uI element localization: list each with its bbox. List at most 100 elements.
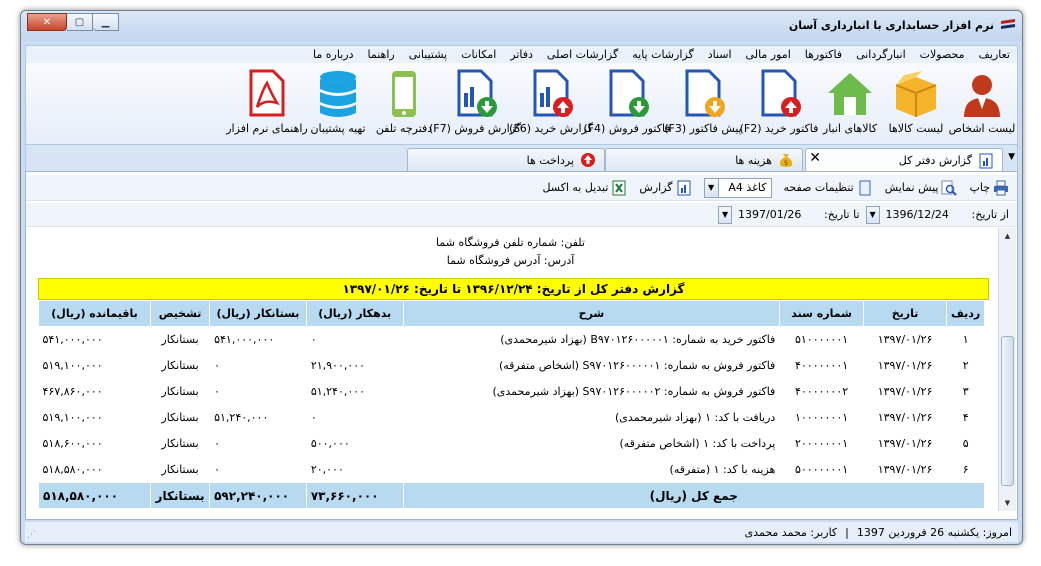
menu-invoices[interactable]: فاکتورها <box>798 46 849 63</box>
document-tabs: ▼ گزارش دفتر کل ✕ $ هزینه ها پرداخت ها <box>25 145 1018 172</box>
menu-features[interactable]: امکانات <box>454 46 503 63</box>
backup-button[interactable]: تهیه پشتیبان <box>305 63 371 141</box>
export-excel-button[interactable]: تبدیل به اکسل <box>542 180 627 196</box>
database-icon <box>320 71 356 117</box>
ledger-table: ردیف تاریخ شماره سند شرح بدهکار (ریال) ب… <box>37 300 986 509</box>
status-bar: امروز: یکشنبه 26 فروردین 1397 | کاربر: م… <box>25 522 1018 542</box>
menu-definitions[interactable]: تعاریف <box>972 46 1017 63</box>
purchase-invoice-button[interactable]: فاکتور خرید (F2) <box>740 63 818 141</box>
proforma-invoice-icon <box>685 69 725 117</box>
sales-invoice-button[interactable]: فاکتور فروش (F4) <box>583 63 671 141</box>
menu-support[interactable]: پشتیبانی <box>402 46 454 63</box>
table-row[interactable]: ۵ ۱۳۹۷/۰۱/۲۶ ۲۰۰۰۰۰۰۰۱ پرداخت با کد: ۱ (… <box>38 430 985 457</box>
purchase-report-icon <box>533 69 573 117</box>
chevron-down-icon: ▼ <box>704 178 719 197</box>
total-status: بستانکار <box>150 482 211 509</box>
col-status[interactable]: تشخیص <box>150 300 211 327</box>
ribbon-toolbar: لیست اشخاص لیست کالاها کالاهای انبار فاک… <box>25 63 1018 145</box>
status-user: کاربر: محمد محمدی <box>744 525 838 539</box>
col-description[interactable]: شرح <box>402 300 781 327</box>
minimize-button[interactable]: ▁ <box>93 13 119 31</box>
vertical-scrollbar[interactable]: ▲ ▼ <box>998 228 1016 511</box>
col-date[interactable]: تاریخ <box>862 300 948 327</box>
resize-grip-icon[interactable]: ⋰ <box>27 530 36 540</box>
purchase-invoice-icon <box>761 69 801 117</box>
page-settings-button[interactable]: تنظیمات صفحه <box>784 180 873 196</box>
to-date-field[interactable]: 1397/01/26 ▼ <box>718 205 824 225</box>
title-bar[interactable]: نرم افزار حسابداری با انبارداری آسان ✕ ▢… <box>21 11 1022 41</box>
chart-report-icon <box>676 180 692 196</box>
close-tab-icon[interactable]: ✕ <box>809 150 821 166</box>
report-title: گزارش دفتر کل از تاریخ: ۱۳۹۶/۱۲/۲۴ تا تا… <box>38 278 989 300</box>
purchase-report-button[interactable]: گزارش خرید (F6) <box>509 63 593 141</box>
menu-stocktaking[interactable]: انبارگردانی <box>849 46 913 63</box>
close-button[interactable]: ✕ <box>27 13 67 31</box>
col-doc-number[interactable]: شماره سند <box>779 300 864 327</box>
scroll-thumb[interactable] <box>1001 336 1014 486</box>
report-button[interactable]: گزارش <box>639 180 691 196</box>
from-date-label: از تاریخ: <box>971 208 1009 221</box>
store-phone: تلفن: شماره تلفن فروشگاه شما <box>436 236 585 249</box>
col-balance[interactable]: باقیمانده (ریال) <box>37 300 152 327</box>
status-today: امروز: یکشنبه 26 فروردین 1397 <box>856 525 1012 539</box>
proforma-invoice-button[interactable]: پیش فاکتور (F3) <box>664 63 742 141</box>
menu-basic-reports[interactable]: گزارشات پایه <box>625 46 700 63</box>
to-date-dropdown-icon[interactable]: ▼ <box>718 205 733 224</box>
svg-text:$: $ <box>784 159 788 167</box>
paper-size-select[interactable]: کاغذ A4 ▼ <box>703 177 772 198</box>
scroll-up-icon[interactable]: ▲ <box>999 228 1016 244</box>
col-credit[interactable]: بستانکار (ریال) <box>209 300 307 327</box>
phone-icon <box>392 71 416 117</box>
table-header: ردیف تاریخ شماره سند شرح بدهکار (ریال) ب… <box>37 300 985 327</box>
report-preview: تلفن: شماره تلفن فروشگاه شما آدرس: آدرس … <box>26 228 995 511</box>
col-row[interactable]: ردیف <box>946 300 985 327</box>
warehouse-items-button[interactable]: کالاهای انبار <box>817 63 883 141</box>
from-date-dropdown-icon[interactable]: ▼ <box>865 205 880 224</box>
menu-about[interactable]: درباره ما <box>306 46 360 63</box>
date-filter-bar: از تاریخ: 1396/12/24 ▼ تا تاریخ: 1397/01… <box>26 203 1017 227</box>
table-row[interactable]: ۱ ۱۳۹۷/۰۱/۲۶ ۵۱۰۰۰۰۰۰۱ فاکتور خرید به شم… <box>38 326 985 353</box>
products-list-button[interactable]: لیست کالاها <box>883 63 949 141</box>
menu-help[interactable]: راهنما <box>361 46 402 63</box>
table-row[interactable]: ۴ ۱۳۹۷/۰۱/۲۶ ۱۰۰۰۰۰۰۰۱ دریافت با کد: ۱ (… <box>38 404 985 431</box>
menu-finance[interactable]: امور مالی <box>739 46 798 63</box>
table-row[interactable]: ۲ ۱۳۹۷/۰۱/۲۶ ۴۰۰۰۰۰۰۰۱ فاکتور فروش به شم… <box>38 352 985 379</box>
excel-icon <box>611 180 627 196</box>
person-icon <box>964 75 1000 117</box>
tab-ledger-report[interactable]: گزارش دفتر کل <box>805 148 1003 172</box>
people-list-button[interactable]: لیست اشخاص <box>949 63 1015 141</box>
sales-report-button[interactable]: گزارش فروش (F7) <box>429 63 521 141</box>
total-credit: ۵۹۲,۲۴۰,۰۰۰ <box>209 482 307 509</box>
total-label: جمع کل (ریال) <box>402 482 986 509</box>
store-address: آدرس: آدرس فروشگاه شما <box>446 254 575 267</box>
scroll-down-icon[interactable]: ▼ <box>999 495 1016 511</box>
total-balance: ۵۱۸,۵۸۰,۰۰۰ <box>37 482 152 509</box>
from-date-field[interactable]: 1396/12/24 ▼ <box>865 205 972 225</box>
tab-expenses[interactable]: $ هزینه ها <box>605 148 803 171</box>
print-preview-button[interactable]: پیش نمایش <box>885 180 958 196</box>
pdf-icon <box>249 69 285 117</box>
table-row[interactable]: ۶ ۱۳۹۷/۰۱/۲۶ ۵۰۰۰۰۰۰۰۱ هزینه با کد: ۱ (م… <box>38 456 985 483</box>
to-date-label: تا تاریخ: <box>824 208 860 221</box>
print-button[interactable]: چاپ <box>969 180 1009 196</box>
sales-report-icon <box>457 69 497 117</box>
maximize-button[interactable]: ▢ <box>67 13 93 31</box>
money-bag-icon: $ <box>779 154 793 167</box>
tab-payments[interactable]: پرداخت ها <box>407 148 605 171</box>
warehouse-icon <box>828 73 872 115</box>
report-tab-icon <box>979 153 993 168</box>
menu-ledgers[interactable]: دفاتر <box>503 46 540 63</box>
menu-documents[interactable]: اسناد <box>701 46 739 63</box>
tabs-dropdown-icon[interactable]: ▼ <box>1008 152 1015 162</box>
software-guide-button[interactable]: راهنمای نرم افزار <box>226 63 308 141</box>
table-total-row: جمع کل (ریال) ۷۳,۶۶۰,۰۰۰ ۵۹۲,۲۴۰,۰۰۰ بست… <box>37 482 986 509</box>
menu-main-reports[interactable]: گزارشات اصلی <box>540 46 625 63</box>
table-row[interactable]: ۳ ۱۳۹۷/۰۱/۲۶ ۴۰۰۰۰۰۰۰۲ فاکتور فروش به شم… <box>38 378 985 405</box>
col-debit[interactable]: بدهکار (ریال) <box>305 300 404 327</box>
box-icon <box>895 71 937 117</box>
app-window: نرم افزار حسابداری با انبارداری آسان ✕ ▢… <box>20 10 1023 545</box>
phonebook-button[interactable]: دفترچه تلفن <box>371 63 437 141</box>
menu-products[interactable]: محصولات <box>913 46 972 63</box>
menu-bar: تعاریف محصولات انبارگردانی فاکتورها امور… <box>25 45 1018 63</box>
status-separator: | <box>845 525 849 539</box>
